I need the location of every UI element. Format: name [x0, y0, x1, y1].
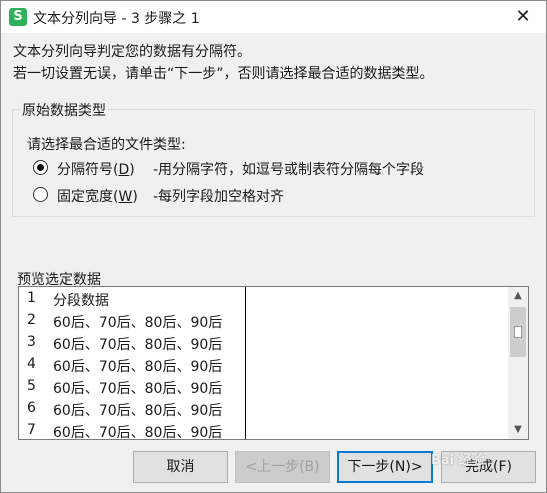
- column-break-line[interactable]: [245, 287, 246, 439]
- file-type-prompt: 请选择最合适的文件类型:: [27, 137, 186, 153]
- preview-row: 7 60后、70后、80后、90后: [27, 422, 223, 440]
- finish-button[interactable]: 完成(F): [441, 451, 536, 483]
- radio-button-fixed-width[interactable]: [33, 187, 48, 202]
- scroll-thumb[interactable]: [510, 307, 526, 357]
- radio-selected-dot: [37, 164, 44, 171]
- title-bar: S 文本分列向导 - 3 步骤之 1 ✕: [1, 1, 546, 33]
- close-icon: ✕: [515, 6, 531, 27]
- back-button[interactable]: <上一步(B): [235, 451, 330, 483]
- intro-line-2: 若一切设置无误，请单击“下一步”，否则请选择最合适的数据类型。: [13, 66, 434, 82]
- intro-line-1: 文本分列向导判定您的数据有分隔符。: [13, 44, 251, 60]
- scroll-down-icon[interactable]: ▼: [508, 421, 528, 439]
- cancel-button[interactable]: 取消: [133, 451, 228, 483]
- scroll-up-icon[interactable]: ▲: [508, 287, 528, 305]
- data-type-group-legend: 原始数据类型: [20, 100, 108, 120]
- preview-row: 5 60后、70后、80后、90后: [27, 378, 223, 397]
- radio-label-delimited[interactable]: 分隔符号(D): [57, 159, 135, 179]
- wps-app-icon: S: [9, 8, 27, 26]
- preview-rows: 1 分段数据 2 60后、70后、80后、90后 3 60后、70后、80后、90后 …: [19, 287, 506, 440]
- text-to-columns-dialog: S 文本分列向导 - 3 步骤之 1 ✕ 文本分列向导判定您的数据有分隔符。 若…: [0, 0, 547, 493]
- preview-row: 6 60后、70后、80后、90后: [27, 400, 223, 419]
- scroll-grip: [514, 326, 522, 338]
- radio-label-fixed-width[interactable]: 固定宽度(W): [57, 186, 138, 206]
- preview-scrollbar[interactable]: ▲ ▼: [508, 287, 528, 439]
- preview-row: 3 60后、70后、80后、90后: [27, 334, 223, 353]
- next-button[interactable]: 下一步(N)>: [337, 451, 433, 483]
- radio-desc-fixed-width: -每列字段加空格对齐: [153, 189, 285, 205]
- preview-row: 1 分段数据: [27, 290, 109, 309]
- close-button[interactable]: ✕: [500, 1, 546, 33]
- radio-desc-delimited: -用分隔字符，如逗号或制表符分隔每个字段: [153, 162, 425, 178]
- data-preview[interactable]: 1 分段数据 2 60后、70后、80后、90后 3 60后、70后、80后、90后 …: [18, 286, 529, 440]
- preview-row: 4 60后、70后、80后、90后: [27, 356, 223, 375]
- preview-row: 2 60后、70后、80后、90后: [27, 312, 223, 331]
- dialog-title: 文本分列向导 - 3 步骤之 1: [33, 11, 200, 27]
- radio-button-delimited[interactable]: [33, 160, 48, 175]
